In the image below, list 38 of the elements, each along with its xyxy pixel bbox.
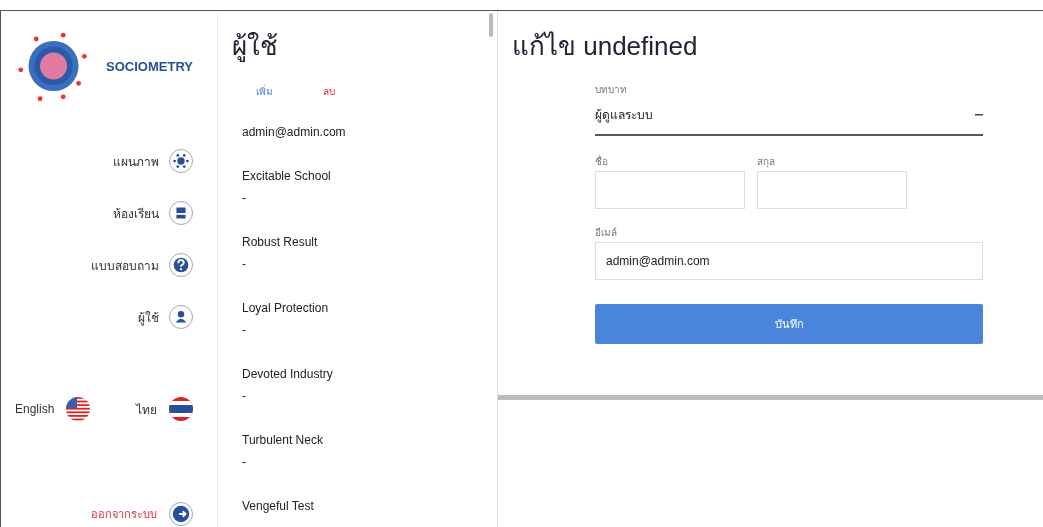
add-link[interactable]: เพิ่ม bbox=[256, 84, 273, 99]
brand-name: SOCIOMETRY bbox=[106, 58, 193, 74]
user-name[interactable]: Vengeful Test bbox=[242, 499, 497, 513]
user-name[interactable]: Turbulent Neck bbox=[242, 433, 497, 447]
flag-icon bbox=[169, 397, 193, 421]
input-field[interactable] bbox=[757, 171, 907, 209]
flag-icon bbox=[66, 397, 91, 421]
user-detail: - bbox=[242, 323, 247, 337]
user-detail: - bbox=[242, 191, 247, 205]
language-button[interactable]: ไทย bbox=[136, 397, 193, 421]
dropdown-icon bbox=[975, 113, 983, 116]
user-name[interactable]: Robust Result bbox=[242, 235, 497, 249]
field-label: อีเมล์ bbox=[595, 226, 618, 240]
user-detail: - bbox=[242, 257, 247, 271]
input-field[interactable] bbox=[595, 171, 745, 209]
email-field[interactable]: admin@admin.com bbox=[595, 242, 983, 280]
role-dropdown[interactable]: ผู้ดูแลระบบ bbox=[595, 97, 983, 136]
field-label: บทบาท bbox=[595, 83, 628, 97]
nav-item[interactable]: แบบสอบถาม bbox=[91, 253, 193, 277]
logout-button[interactable]: ออกจากระบบ bbox=[91, 502, 193, 527]
user-detail: - bbox=[242, 389, 247, 403]
nav-item[interactable]: ผู้ใช้ bbox=[138, 305, 193, 329]
language-button[interactable]: English bbox=[15, 397, 91, 421]
editor-title: แก้ไข undefined bbox=[512, 30, 699, 63]
scrollbar[interactable] bbox=[498, 395, 1043, 400]
user-detail: - bbox=[242, 455, 247, 469]
nav-item[interactable]: แผนภาพ bbox=[113, 149, 193, 173]
user-name[interactable]: admin@admin.com bbox=[242, 125, 497, 139]
user-name[interactable]: Devoted Industry bbox=[242, 367, 497, 381]
save-button[interactable]: บันทึก bbox=[595, 304, 983, 344]
scrollbar[interactable] bbox=[489, 13, 493, 37]
user-name[interactable]: Loyal Protection bbox=[242, 301, 497, 315]
user-name[interactable]: Excitable School bbox=[242, 169, 497, 183]
field-label: สกุล bbox=[757, 155, 776, 169]
field-label: ชื่อ bbox=[595, 154, 609, 169]
panel-title: ผู้ใช้ bbox=[232, 30, 279, 64]
nav-item[interactable]: ห้องเรียน bbox=[113, 201, 193, 225]
delete-link[interactable]: ลบ bbox=[323, 84, 335, 99]
